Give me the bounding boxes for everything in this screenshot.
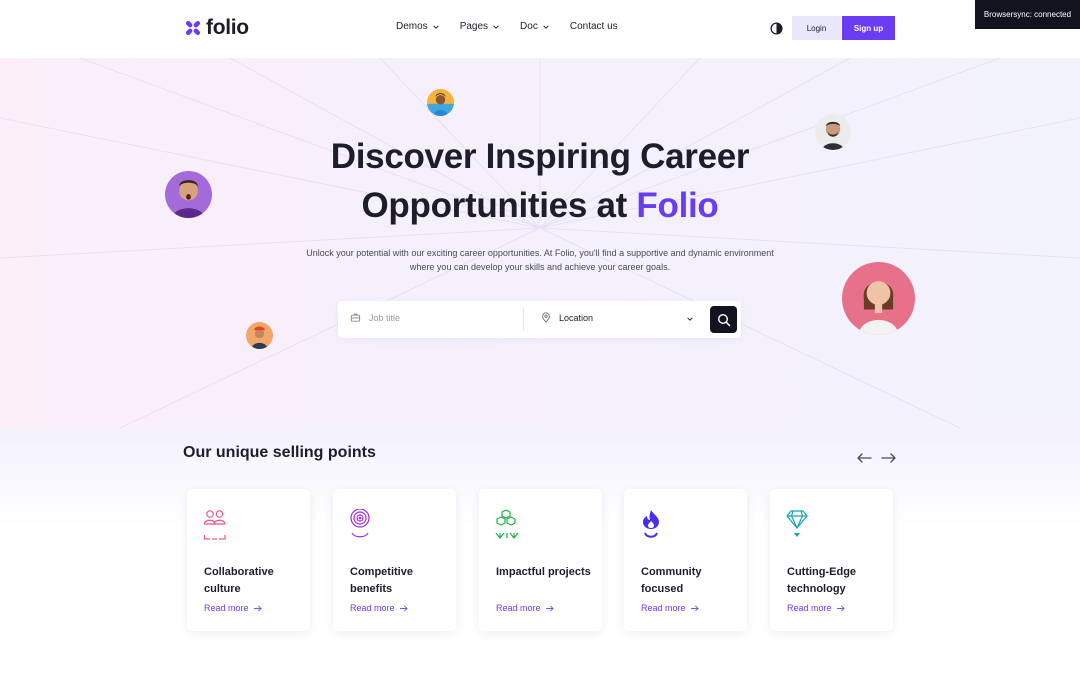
card-title: Impactful projects xyxy=(496,566,591,578)
logo-mark-icon xyxy=(185,20,201,36)
selling-point-card[interactable]: Community focused Read more xyxy=(624,489,747,631)
diamond-icon xyxy=(786,510,808,537)
hero-title-line2-prefix: Opportunities at xyxy=(361,186,627,225)
read-more-label: Read more xyxy=(204,603,249,613)
briefcase-icon xyxy=(350,313,361,322)
selling-point-card[interactable]: Collaborative culture Read more xyxy=(187,489,310,631)
arrow-right-icon xyxy=(836,605,845,611)
arrow-right-icon xyxy=(253,605,262,611)
nav-item-pages[interactable]: Pages xyxy=(460,21,500,32)
chevron-down-icon xyxy=(543,24,549,29)
arrow-left-icon[interactable] xyxy=(856,452,872,464)
map-pin-icon xyxy=(542,312,550,323)
read-more-label: Read more xyxy=(350,603,395,613)
read-more-link[interactable]: Read more xyxy=(787,603,845,613)
main-nav: Demos Pages Doc Contact us xyxy=(396,21,618,32)
selling-points-section: Our unique selling points Collaborative … xyxy=(0,428,1080,677)
people-icon xyxy=(203,510,226,540)
signup-button[interactable]: Sign up xyxy=(842,16,895,40)
card-title: Collaborative culture xyxy=(204,566,274,595)
hero-title: Discover Inspiring Career Opportunities … xyxy=(0,132,1080,230)
section-heading: Our unique selling points xyxy=(183,444,376,461)
arrow-right-icon xyxy=(545,605,554,611)
hero-background-rays xyxy=(0,58,1080,428)
search-icon xyxy=(717,313,730,326)
hero-title-line1: Discover Inspiring Career xyxy=(330,137,750,176)
location-select[interactable]: Location xyxy=(541,312,694,323)
read-more-link[interactable]: Read more xyxy=(641,603,699,613)
nav-item-label: Demos xyxy=(396,21,428,32)
contrast-icon[interactable] xyxy=(770,22,783,35)
read-more-label: Read more xyxy=(787,603,832,613)
chevron-down-icon xyxy=(493,24,499,29)
hero-title-accent: Folio xyxy=(636,186,719,225)
target-icon xyxy=(350,509,370,538)
nav-item-label: Doc xyxy=(520,21,538,32)
card-title: Community focused xyxy=(641,566,702,595)
read-more-link[interactable]: Read more xyxy=(496,603,554,613)
search-divider xyxy=(523,308,524,331)
job-title-field[interactable] xyxy=(350,312,509,323)
read-more-label: Read more xyxy=(641,603,686,613)
hero-subtitle: Unlock your potential with our exciting … xyxy=(306,248,774,272)
search-submit-button[interactable] xyxy=(710,306,737,333)
card-title: Competitive benefits xyxy=(350,566,413,595)
login-button[interactable]: Login xyxy=(792,16,841,40)
nav-item-label: Contact us xyxy=(569,21,618,32)
arrow-right-icon[interactable] xyxy=(881,452,897,464)
card-title: Cutting-Edge technology xyxy=(787,566,857,595)
selling-point-card[interactable]: Competitive benefits Read more xyxy=(333,489,456,631)
read-more-link[interactable]: Read more xyxy=(350,603,408,613)
nav-item-label: Pages xyxy=(459,21,489,32)
browsersync-notice: Browsersync: connected xyxy=(975,0,1080,29)
avatar-photo xyxy=(427,89,454,116)
arrow-right-icon xyxy=(399,605,408,611)
brand-name: folio xyxy=(206,16,249,39)
avatar-photo xyxy=(246,322,273,349)
read-more-link[interactable]: Read more xyxy=(204,603,262,613)
navbar: folio Demos Pages Doc Contact us Login S… xyxy=(0,0,1080,58)
chevron-down-icon xyxy=(687,317,693,321)
job-title-input[interactable] xyxy=(369,312,509,323)
arrow-right-icon xyxy=(690,605,699,611)
read-more-label: Read more xyxy=(496,603,541,613)
chevron-down-icon xyxy=(432,24,439,29)
cubes-icon xyxy=(495,509,519,539)
location-value: Location xyxy=(559,312,594,323)
selling-point-card[interactable]: Impactful projects Read more xyxy=(479,489,602,631)
flame-icon xyxy=(643,510,659,538)
selling-point-card[interactable]: Cutting-Edge technology Read more xyxy=(770,489,893,631)
avatar-photo xyxy=(165,171,212,218)
job-search-form: Location xyxy=(338,301,741,338)
hero-section: Discover Inspiring Career Opportunities … xyxy=(0,58,1080,428)
avatar-photo xyxy=(842,262,915,335)
nav-item-contact[interactable]: Contact us xyxy=(570,21,618,32)
brand-logo[interactable]: folio xyxy=(184,16,249,40)
nav-item-demos[interactable]: Demos xyxy=(396,21,440,32)
nav-item-doc[interactable]: Doc xyxy=(520,21,550,32)
avatar-photo xyxy=(815,114,851,150)
